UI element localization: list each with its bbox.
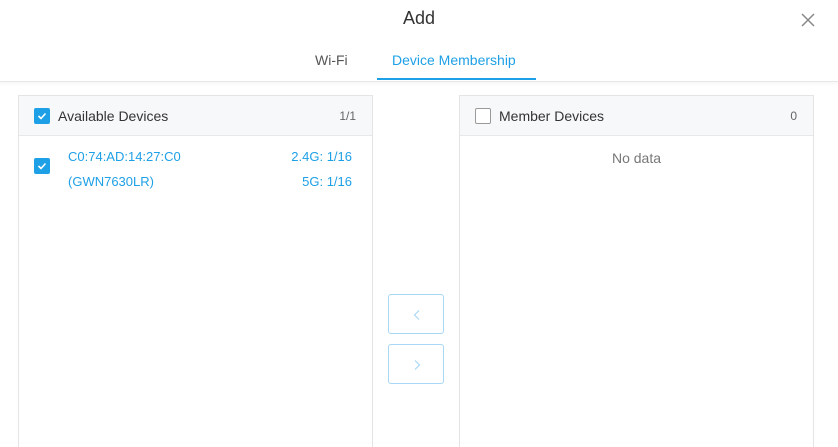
device-checkbox[interactable]: [34, 158, 50, 174]
select-all-available-checkbox[interactable]: [34, 108, 50, 124]
empty-state-text: No data: [611, 150, 662, 166]
device-model: (GWN7630LR): [68, 174, 154, 189]
move-left-button[interactable]: [388, 294, 444, 334]
list-item[interactable]: C0:74:AD:14:27:C0 (GWN7630LR) 2.4G: 1/16…: [19, 137, 372, 197]
close-icon: [801, 13, 815, 27]
modal-title: Add: [402, 8, 436, 28]
device-mac: C0:74:AD:14:27:C0: [68, 149, 181, 164]
available-devices-count: 1/1: [339, 109, 356, 123]
available-devices-title: Available Devices: [58, 108, 169, 124]
close-button[interactable]: [796, 8, 820, 32]
chevron-right-icon: [414, 360, 421, 370]
available-devices-panel: Available Devices 1/1 C0:74:AD:14:27:C0 …: [18, 95, 373, 447]
move-right-button[interactable]: [388, 344, 444, 384]
member-devices-panel: Member Devices 0 No data: [459, 95, 814, 447]
member-devices-title: Member Devices: [499, 108, 605, 124]
member-devices-count: 0: [790, 109, 797, 123]
tab-wifi[interactable]: Wi-Fi: [315, 52, 348, 68]
checkmark-icon: [37, 112, 47, 120]
select-all-members-checkbox[interactable]: [475, 108, 491, 124]
member-devices-header: Member Devices 0: [460, 96, 813, 136]
chevron-left-icon: [413, 310, 420, 320]
device-band-5g: 5G: 1/16: [302, 174, 352, 189]
checkmark-icon: [37, 162, 47, 170]
active-tab-indicator: [377, 78, 536, 80]
device-band-24g: 2.4G: 1/16: [291, 149, 352, 164]
available-devices-header: Available Devices 1/1: [19, 96, 372, 136]
tab-device-membership[interactable]: Device Membership: [392, 52, 516, 68]
modal-header: Add Wi-Fi Device Membership: [0, 0, 838, 82]
